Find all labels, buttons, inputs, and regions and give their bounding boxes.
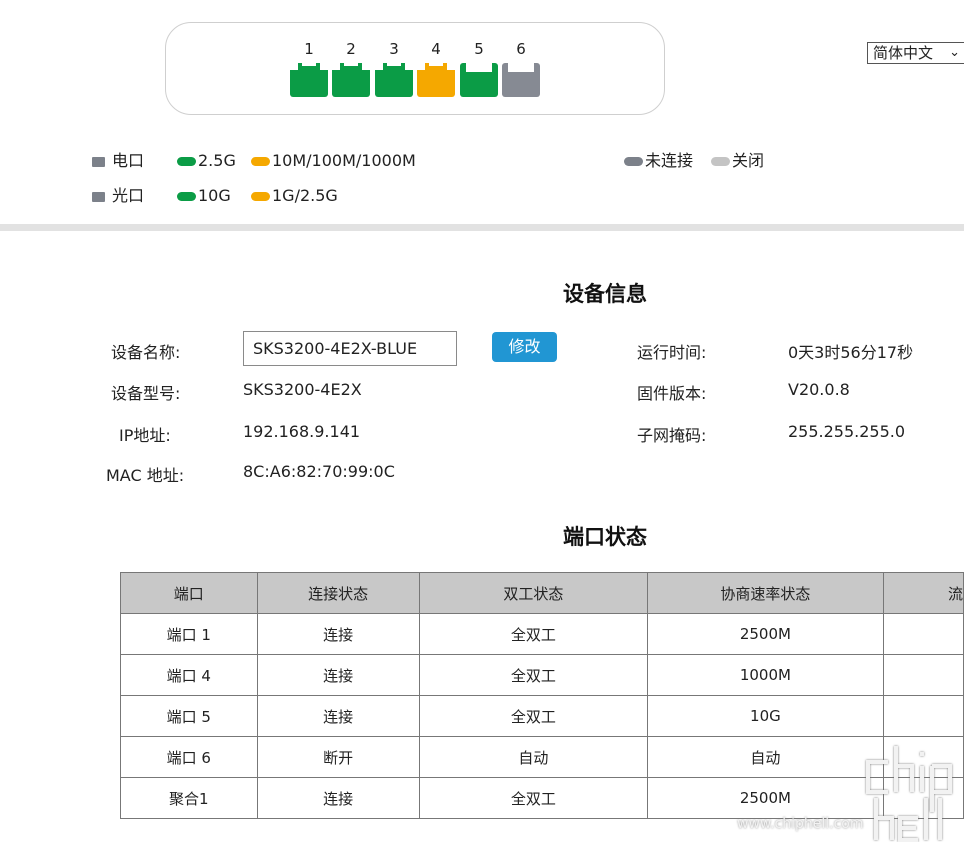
device-model-value: SKS3200-4E2X [243, 380, 362, 399]
cell: 自动 [418, 736, 649, 778]
sfp-port-icon [502, 63, 540, 97]
table-row: 端口 1 连接 全双工 2500M [120, 613, 964, 655]
ip-label: IP地址: [119, 426, 171, 445]
cell: 连接 [256, 695, 420, 737]
ethernet-port-icon [375, 63, 413, 97]
header-port: 端口 [120, 572, 258, 614]
ip-value: 192.168.9.141 [243, 422, 361, 441]
language-selected: 简体中文 [873, 44, 934, 62]
cell: 2500M [647, 777, 884, 819]
port-5[interactable]: 5 [460, 39, 498, 97]
watermark-url: www.chiphell.com [737, 816, 864, 832]
cell: 10G [647, 695, 884, 737]
green-pill-icon [177, 157, 196, 166]
uptime-label: 运行时间: [637, 343, 707, 362]
table-row: 端口 5 连接 全双工 10G [120, 695, 964, 737]
sfp-port-icon [460, 63, 498, 97]
cell: 连接 [256, 613, 420, 655]
cell [882, 654, 964, 696]
legend-electric: 电口 [112, 151, 145, 170]
port-number: 4 [431, 40, 441, 58]
green-pill-icon [177, 192, 196, 201]
device-name-input[interactable]: SKS3200-4E2X-BLUE [243, 331, 457, 366]
port-number: 6 [516, 40, 526, 58]
electric-port-icon [92, 157, 105, 167]
mac-value: 8C:A6:82:70:99:0C [243, 462, 395, 481]
legend-optical: 光口 [112, 186, 145, 205]
device-name-label: 设备名称: [111, 343, 181, 362]
cell [882, 613, 964, 655]
legend-electric-slow: 10M/100M/1000M [272, 151, 416, 170]
header-speed: 协商速率状态 [647, 572, 884, 614]
legend-optical-fast: 10G [198, 186, 231, 205]
port-number: 5 [474, 40, 484, 58]
cell: 全双工 [418, 613, 649, 655]
legend-optical-slow: 1G/2.5G [272, 186, 338, 205]
cell: 自动 [647, 736, 884, 778]
ethernet-port-icon [290, 63, 328, 97]
port-panel: 1 2 3 4 5 6 [165, 22, 665, 115]
gray-pill-icon [624, 157, 643, 166]
port-4[interactable]: 4 [417, 39, 455, 97]
port-6[interactable]: 6 [502, 39, 540, 97]
cell: 全双工 [418, 777, 649, 819]
port-3[interactable]: 3 [375, 39, 413, 97]
cell: 断开 [256, 736, 420, 778]
header-link: 连接状态 [256, 572, 420, 614]
chevron-down-icon: ⌄ [949, 45, 960, 60]
header-duplex: 双工状态 [418, 572, 649, 614]
cell: 1000M [647, 654, 884, 696]
port-number: 1 [304, 40, 314, 58]
firmware-value: V20.0.8 [788, 380, 850, 399]
header-flow: 流 [882, 572, 964, 614]
ethernet-port-icon [332, 63, 370, 97]
language-select[interactable]: 简体中文 ⌄ [867, 42, 964, 64]
table-row: 聚合1 连接 全双工 2500M [120, 777, 964, 819]
uptime-value: 0天3时56分17秒 [788, 343, 914, 362]
subnet-value: 255.255.255.0 [788, 422, 906, 441]
cell: 2500M [647, 613, 884, 655]
divider [0, 224, 964, 231]
cell: 聚合1 [120, 777, 258, 819]
cell: 端口 6 [120, 736, 258, 778]
cell: 连接 [256, 654, 420, 696]
device-info-title: 设备信息 [563, 282, 647, 306]
table-row: 端口 6 断开 自动 自动 [120, 736, 964, 778]
firmware-label: 固件版本: [637, 384, 707, 403]
orange-pill-icon [251, 192, 270, 201]
cell: 全双工 [418, 695, 649, 737]
legend-electric-fast: 2.5G [198, 151, 236, 170]
cell [882, 695, 964, 737]
table-header-row: 端口 连接状态 双工状态 协商速率状态 流 [120, 572, 964, 614]
chiphell-logo [866, 746, 952, 842]
optical-port-icon [92, 192, 105, 202]
legend-disconnected: 未连接 [645, 151, 694, 170]
device-model-label: 设备型号: [111, 384, 181, 403]
port-status-title: 端口状态 [563, 525, 647, 549]
lightgray-pill-icon [711, 157, 730, 166]
cell: 端口 5 [120, 695, 258, 737]
orange-pill-icon [251, 157, 270, 166]
mac-label: MAC 地址: [106, 466, 185, 485]
port-1[interactable]: 1 [290, 39, 328, 97]
port-2[interactable]: 2 [332, 39, 370, 97]
subnet-label: 子网掩码: [637, 426, 707, 445]
cell: 连接 [256, 777, 420, 819]
ethernet-port-icon [417, 63, 455, 97]
table-row: 端口 4 连接 全双工 1000M [120, 654, 964, 696]
port-number: 2 [346, 40, 356, 58]
cell: 端口 4 [120, 654, 258, 696]
legend-off: 关闭 [732, 151, 765, 170]
modify-button[interactable]: 修改 [492, 332, 557, 362]
port-status-table: 端口 连接状态 双工状态 协商速率状态 流 端口 1 连接 全双工 2500M … [120, 572, 964, 819]
cell: 全双工 [418, 654, 649, 696]
cell: 端口 1 [120, 613, 258, 655]
port-number: 3 [389, 40, 399, 58]
